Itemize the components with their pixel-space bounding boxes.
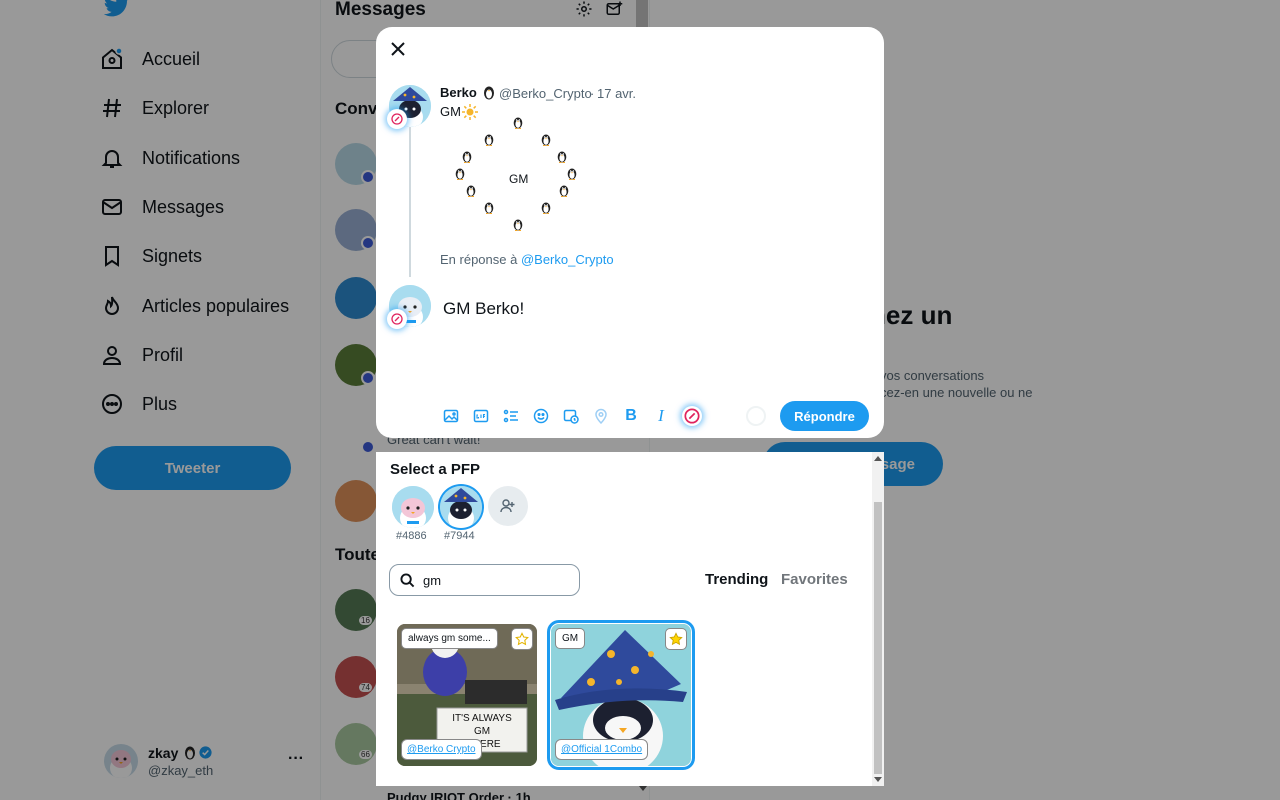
art-center-text: GM bbox=[509, 172, 529, 186]
pfp-option[interactable] bbox=[392, 486, 434, 528]
gif-icon bbox=[473, 409, 489, 423]
penguin-emoji-icon bbox=[567, 168, 577, 180]
gif-label: always gm some... bbox=[401, 628, 498, 649]
gif-search-input[interactable] bbox=[423, 572, 563, 588]
pfp-picker-panel: Select a PFP #4886 #7944 Trending Favori… bbox=[376, 452, 884, 786]
meme-caption-line: IT'S ALWAYS bbox=[452, 713, 512, 724]
star-filled-icon bbox=[669, 632, 683, 646]
penguin-emoji-icon bbox=[513, 117, 523, 129]
penguin-emoji-icon bbox=[513, 219, 523, 231]
gif-button[interactable] bbox=[472, 407, 490, 425]
tweet-author-handle[interactable]: @Berko_Crypto bbox=[499, 86, 592, 101]
scroll-up-arrow[interactable] bbox=[874, 456, 882, 461]
calendar-clock-icon bbox=[563, 409, 579, 424]
poll-button[interactable] bbox=[502, 407, 520, 425]
add-pfp-button[interactable] bbox=[488, 486, 528, 526]
penguin-emoji-icon bbox=[455, 168, 465, 180]
favorite-toggle[interactable] bbox=[511, 628, 533, 650]
pfp-number: #4886 bbox=[396, 530, 427, 542]
pfp-nft-badge-icon bbox=[387, 109, 407, 129]
pfp-option-selected[interactable] bbox=[440, 486, 482, 528]
penguin-emoji-icon bbox=[541, 202, 551, 214]
penguin-emoji-icon bbox=[541, 134, 551, 146]
scroll-down-arrow[interactable] bbox=[874, 777, 882, 782]
emoji-button[interactable] bbox=[532, 407, 550, 425]
meme-caption-line: GM bbox=[473, 726, 491, 737]
pfp-number: #7944 bbox=[444, 530, 475, 542]
scroll-thumb[interactable] bbox=[874, 502, 882, 774]
favorite-toggle[interactable] bbox=[665, 628, 687, 650]
pfp-picker-button[interactable] bbox=[682, 406, 702, 426]
tab-trending[interactable]: Trending bbox=[705, 571, 768, 588]
thread-line bbox=[409, 127, 411, 277]
gif-result-selected[interactable]: GM @Official 1Combo bbox=[547, 620, 695, 770]
tweet-date[interactable]: 17 avr. bbox=[597, 86, 636, 101]
location-button[interactable] bbox=[592, 407, 610, 425]
penguin-emoji-icon bbox=[484, 134, 494, 146]
penguin-emoji-icon bbox=[557, 151, 567, 163]
gif-label: GM bbox=[555, 628, 586, 649]
schedule-button[interactable] bbox=[562, 407, 580, 425]
penguin-emoji-icon bbox=[484, 202, 494, 214]
penguin-emoji-icon bbox=[462, 151, 472, 163]
star-outline-icon bbox=[515, 632, 529, 646]
pfp-nft-icon bbox=[684, 408, 700, 424]
image-icon bbox=[443, 409, 459, 423]
pfp-nft-badge-icon bbox=[387, 309, 407, 329]
tweet-author-name[interactable]: Berko bbox=[440, 85, 477, 100]
replying-to-handle[interactable]: @Berko_Crypto bbox=[521, 252, 614, 267]
gif-credit-link[interactable]: @Official 1Combo bbox=[555, 739, 649, 760]
tab-favorites[interactable]: Favorites bbox=[781, 571, 848, 588]
poll-icon bbox=[503, 409, 518, 423]
search-icon bbox=[400, 572, 415, 587]
character-progress-ring bbox=[746, 406, 766, 426]
compose-toolbar: B I bbox=[442, 406, 702, 426]
italic-button[interactable]: I bbox=[652, 406, 670, 425]
picker-scrollbar[interactable] bbox=[872, 452, 884, 786]
reply-button[interactable]: Répondre bbox=[780, 401, 869, 431]
close-button[interactable] bbox=[386, 37, 410, 61]
penguin-emoji-icon bbox=[559, 185, 569, 197]
gif-search-box[interactable] bbox=[389, 564, 580, 596]
replying-to-prefix: En réponse à bbox=[440, 252, 521, 267]
add-person-icon bbox=[500, 499, 515, 513]
close-icon bbox=[391, 42, 405, 56]
gif-credit-link[interactable]: @Berko Crypto bbox=[401, 739, 482, 760]
tweet-separator: · bbox=[590, 86, 595, 101]
penguin-emoji-icon bbox=[482, 84, 496, 105]
sun-emoji-icon bbox=[462, 104, 478, 125]
penguin-emoji-icon bbox=[466, 185, 476, 197]
location-pin-icon bbox=[595, 408, 607, 424]
gif-result[interactable]: always gm some... IT'S ALWAYS GM WHERE @… bbox=[397, 624, 537, 766]
emoji-icon bbox=[533, 408, 549, 424]
replying-to: En réponse à @Berko_Crypto bbox=[440, 252, 614, 267]
reply-modal: Berko @Berko_Crypto · 17 avr. GM GM En r… bbox=[376, 27, 884, 438]
media-button[interactable] bbox=[442, 407, 460, 425]
bold-button[interactable]: B bbox=[622, 407, 640, 425]
picker-title: Select a PFP bbox=[390, 461, 481, 478]
tweet-text: GM bbox=[440, 104, 461, 119]
reply-textbox[interactable]: GM Berko! bbox=[443, 299, 524, 319]
